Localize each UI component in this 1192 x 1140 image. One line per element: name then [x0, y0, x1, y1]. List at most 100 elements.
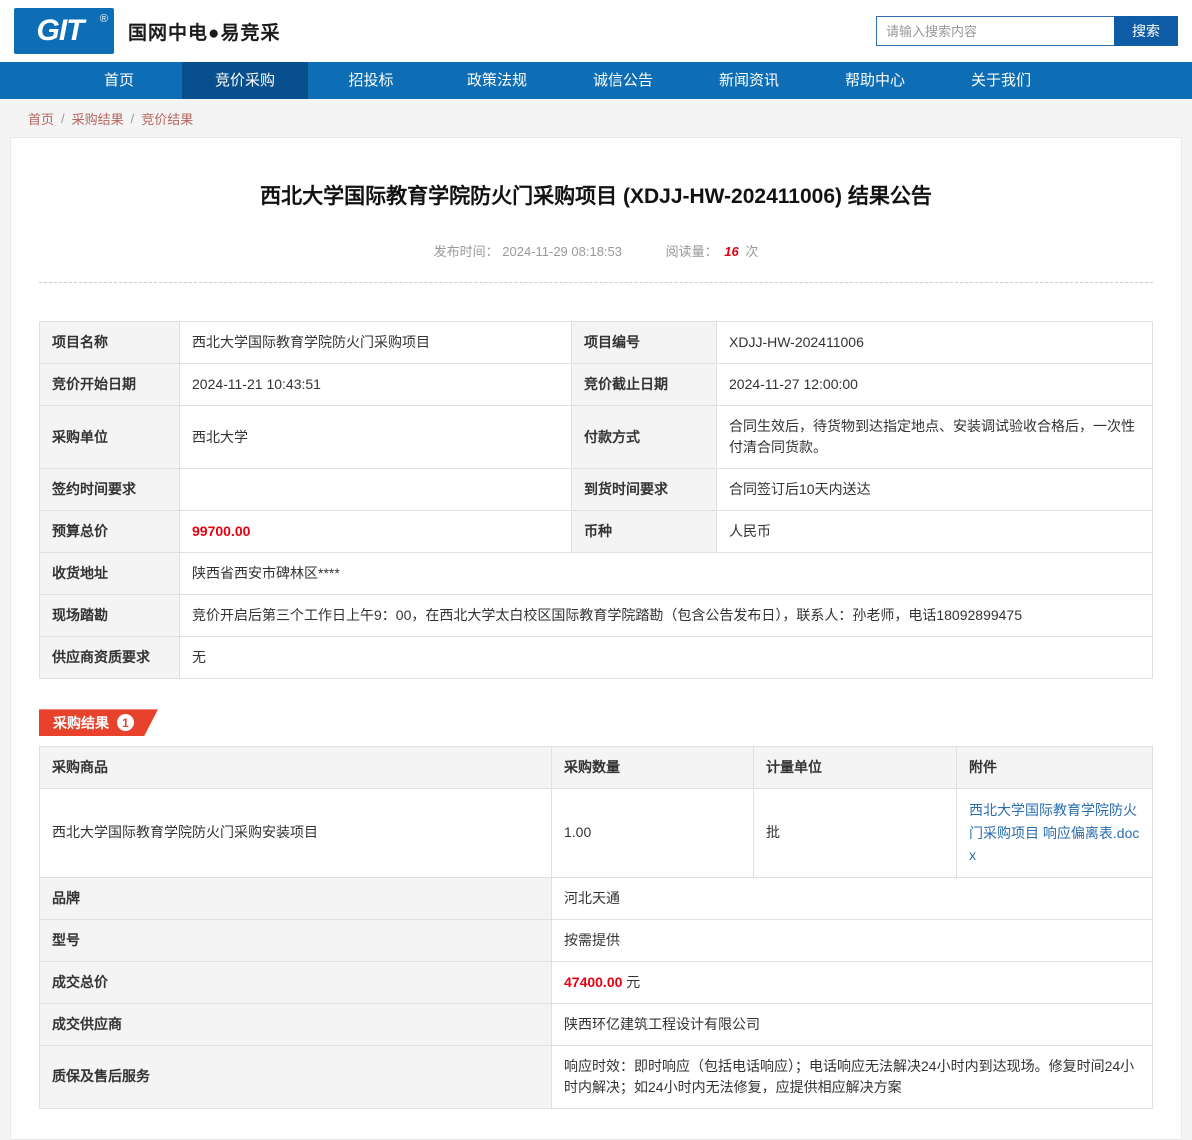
registered-trademark-icon: ® [100, 13, 108, 25]
result-announcement-card: 西北大学国际教育学院防火门采购项目 (XDJJ-HW-202411006) 结果… [10, 137, 1182, 1140]
header-quantity: 采购数量 [552, 747, 754, 789]
publish-time: 发布时间： 2024-11-29 08:18:53 [434, 244, 626, 259]
view-count-unit: 次 [745, 244, 758, 259]
view-count-value: 16 [724, 244, 738, 259]
table-row: 现场踏勘 竞价开启后第三个工作日上午9：00，在西北大学太白校区国际教育学院踏勘… [40, 595, 1153, 637]
breadcrumb-bidding-results[interactable]: 竞价结果 [141, 109, 193, 128]
table-row: 项目名称 西北大学国际教育学院防火门采购项目 项目编号 XDJJ-HW-2024… [40, 322, 1153, 364]
value-delivery-address: 陕西省西安市碑林区**** [180, 553, 1153, 595]
view-count-label: 阅读量： [666, 244, 718, 259]
nav-item-bidding-procurement[interactable]: 竞价采购 [182, 62, 308, 99]
label-bid-start-date: 竞价开始日期 [40, 364, 180, 406]
main-nav: 首页 竞价采购 招投标 政策法规 诚信公告 新闻资讯 帮助中心 关于我们 [0, 62, 1192, 99]
label-project-number: 项目编号 [572, 322, 717, 364]
breadcrumb-procurement-results[interactable]: 采购结果 [72, 109, 124, 128]
table-row: 西北大学国际教育学院防火门采购安装项目 1.00 批 西北大学国际教育学院防火门… [40, 789, 1153, 877]
nav-item-integrity-notice[interactable]: 诚信公告 [560, 62, 686, 99]
label-purchasing-unit: 采购单位 [40, 406, 180, 469]
label-currency: 币种 [572, 511, 717, 553]
nav-item-home[interactable]: 首页 [56, 62, 182, 99]
header-unit: 计量单位 [754, 747, 957, 789]
table-row: 成交总价 47400.00 元 [40, 961, 1153, 1003]
table-row: 采购单位 西北大学 付款方式 合同生效后，待货物到达指定地点、安装调试验收合格后… [40, 406, 1153, 469]
table-row: 竞价开始日期 2024-11-21 10:43:51 竞价截止日期 2024-1… [40, 364, 1153, 406]
table-header-row: 采购商品 采购数量 计量单位 附件 [40, 747, 1153, 789]
logo-text: GIT [37, 14, 92, 48]
value-supplier-qualification: 无 [180, 637, 1153, 679]
label-payment-method: 付款方式 [572, 406, 717, 469]
label-supplier-qualification: 供应商资质要求 [40, 637, 180, 679]
table-row: 品牌 河北天通 [40, 877, 1153, 919]
value-payment-method: 合同生效后，待货物到达指定地点、安装调试验收合格后，一次性付清合同货款。 [717, 406, 1153, 469]
value-product: 西北大学国际教育学院防火门采购安装项目 [40, 789, 552, 877]
search-bar: 搜索 [876, 16, 1178, 46]
label-signing-time-requirement: 签约时间要求 [40, 469, 180, 511]
final-price-unit: 元 [626, 974, 640, 990]
value-winning-supplier: 陕西环亿建筑工程设计有限公司 [552, 1003, 1153, 1045]
value-delivery-time-requirement: 合同签订后10天内送达 [717, 469, 1153, 511]
label-site-survey: 现场踏勘 [40, 595, 180, 637]
value-purchasing-unit: 西北大学 [180, 406, 572, 469]
final-price-amount: 47400.00 [564, 974, 622, 990]
value-bid-start-date: 2024-11-21 10:43:51 [180, 364, 572, 406]
result-count-badge: 1 [117, 714, 134, 731]
value-signing-time-requirement [180, 469, 572, 511]
label-budget-total: 预算总价 [40, 511, 180, 553]
label-final-price: 成交总价 [40, 961, 552, 1003]
page-title: 西北大学国际教育学院防火门采购项目 (XDJJ-HW-202411006) 结果… [39, 182, 1153, 211]
article-meta: 发布时间： 2024-11-29 08:18:53 阅读量： 16 次 [39, 241, 1153, 283]
nav-item-news[interactable]: 新闻资讯 [686, 62, 812, 99]
nav-item-policies[interactable]: 政策法规 [434, 62, 560, 99]
table-row: 预算总价 99700.00 币种 人民币 [40, 511, 1153, 553]
label-brand: 品牌 [40, 877, 552, 919]
value-site-survey: 竞价开启后第三个工作日上午9：00，在西北大学太白校区国际教育学院踏勘（包含公告… [180, 595, 1153, 637]
table-row: 收货地址 陕西省西安市碑林区**** [40, 553, 1153, 595]
result-section-header: 采购结果 1 [39, 709, 1153, 736]
site-title: 国网中电●易竞采 [128, 18, 280, 45]
breadcrumb: 首页 / 采购结果 / 竞价结果 [0, 99, 1192, 137]
project-info-table: 项目名称 西北大学国际教育学院防火门采购项目 项目编号 XDJJ-HW-2024… [39, 321, 1153, 679]
table-row: 成交供应商 陕西环亿建筑工程设计有限公司 [40, 1003, 1153, 1045]
nav-item-help-center[interactable]: 帮助中心 [812, 62, 938, 99]
breadcrumb-separator: / [61, 111, 65, 126]
search-button[interactable]: 搜索 [1114, 16, 1178, 46]
top-header: GIT ® 国网中电●易竞采 搜索 [0, 0, 1192, 62]
label-model: 型号 [40, 919, 552, 961]
attachment-link[interactable]: 西北大学国际教育学院防火门采购项目 响应偏离表.docx [969, 802, 1139, 863]
table-row: 型号 按需提供 [40, 919, 1153, 961]
label-delivery-time-requirement: 到货时间要求 [572, 469, 717, 511]
value-budget-total: 99700.00 [180, 511, 572, 553]
value-warranty-service: 响应时效：即时响应（包括电话响应）；电话响应无法解决24小时内到达现场。修复时间… [552, 1045, 1153, 1108]
table-row: 供应商资质要求 无 [40, 637, 1153, 679]
label-delivery-address: 收货地址 [40, 553, 180, 595]
value-final-price: 47400.00 元 [552, 961, 1153, 1003]
value-quantity: 1.00 [552, 789, 754, 877]
nav-item-tendering[interactable]: 招投标 [308, 62, 434, 99]
label-winning-supplier: 成交供应商 [40, 1003, 552, 1045]
label-bid-end-date: 竞价截止日期 [572, 364, 717, 406]
header-product: 采购商品 [40, 747, 552, 789]
breadcrumb-home[interactable]: 首页 [28, 109, 54, 128]
view-count: 阅读量： 16 次 [666, 244, 759, 259]
procurement-result-badge: 采购结果 1 [39, 709, 158, 736]
table-row: 质保及售后服务 响应时效：即时响应（包括电话响应）；电话响应无法解决24小时内到… [40, 1045, 1153, 1108]
value-brand: 河北天通 [552, 877, 1153, 919]
value-project-name: 西北大学国际教育学院防火门采购项目 [180, 322, 572, 364]
label-warranty-service: 质保及售后服务 [40, 1045, 552, 1108]
procurement-result-table: 采购商品 采购数量 计量单位 附件 西北大学国际教育学院防火门采购安装项目 1.… [39, 746, 1153, 1108]
procurement-result-badge-label: 采购结果 [53, 713, 109, 733]
breadcrumb-separator: / [131, 111, 135, 126]
search-input[interactable] [876, 16, 1114, 46]
table-row: 签约时间要求 到货时间要求 合同签订后10天内送达 [40, 469, 1153, 511]
value-currency: 人民币 [717, 511, 1153, 553]
nav-item-about-us[interactable]: 关于我们 [938, 62, 1064, 99]
value-project-number: XDJJ-HW-202411006 [717, 322, 1153, 364]
label-project-name: 项目名称 [40, 322, 180, 364]
publish-time-label: 发布时间： [434, 244, 499, 259]
header-attachment: 附件 [957, 747, 1153, 789]
value-model: 按需提供 [552, 919, 1153, 961]
value-unit: 批 [754, 789, 957, 877]
site-logo[interactable]: GIT ® [14, 8, 114, 54]
value-bid-end-date: 2024-11-27 12:00:00 [717, 364, 1153, 406]
publish-time-value: 2024-11-29 08:18:53 [502, 244, 622, 259]
